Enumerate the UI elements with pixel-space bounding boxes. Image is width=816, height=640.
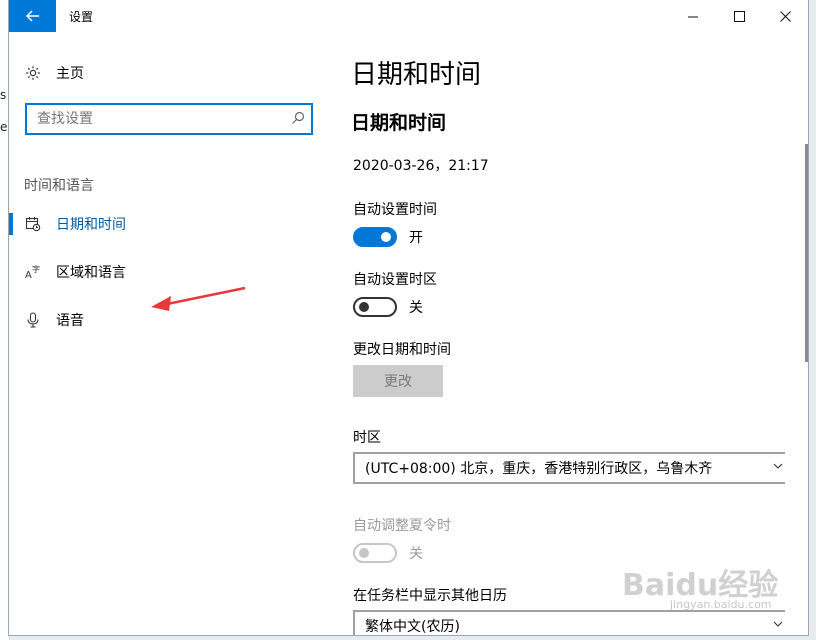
section-heading: 时间和语言 (24, 178, 94, 194)
extra-calendar-label: 在任务栏中显示其他日历 (353, 588, 507, 604)
extra-calendar-value: 繁体中文(农历) (365, 619, 460, 635)
background-text-fragment: e (0, 120, 8, 134)
back-button[interactable] (9, 0, 56, 32)
gear-icon (26, 66, 40, 80)
chevron-down-icon (773, 463, 783, 469)
title-bar: 设置 (9, 0, 808, 32)
inactive-indicator (9, 261, 13, 283)
dst-toggle[interactable] (353, 543, 397, 563)
inactive-indicator (9, 309, 13, 331)
auto-timezone-state: 关 (409, 300, 423, 316)
timezone-label: 时区 (353, 430, 381, 446)
timezone-value: (UTC+08:00) 北京，重庆，香港特别行政区，乌鲁木齐 (365, 461, 713, 477)
sidebar-item-label: 日期和时间 (56, 217, 126, 233)
watermark-url: jingyan.baidu.com (670, 598, 772, 611)
sidebar: 主页 时间和语言 日期和时间 A 字 (9, 32, 329, 635)
sidebar-item-label: 区域和语言 (56, 265, 126, 281)
toggle-knob (359, 302, 369, 312)
svg-text:字: 字 (32, 264, 40, 274)
sidebar-item-date-time[interactable]: 日期和时间 (9, 204, 329, 244)
dst-state: 关 (409, 546, 423, 562)
watermark: Baidu经验 jingyan.baidu.com (622, 560, 802, 620)
auto-time-state: 开 (409, 230, 423, 246)
background-text-fragment: s (0, 88, 7, 102)
sidebar-item-label: 语音 (56, 313, 84, 329)
change-button[interactable]: 更改 (353, 365, 443, 397)
dst-label: 自动调整夏令时 (353, 518, 451, 534)
auto-time-label: 自动设置时间 (353, 202, 437, 218)
chevron-down-icon (773, 621, 783, 627)
active-indicator (9, 213, 13, 235)
change-datetime-label: 更改日期和时间 (353, 342, 451, 358)
maximize-button[interactable] (716, 0, 762, 32)
main-content: 日期和时间 日期和时间 2020-03-26，21:17 自动设置时间 开 自动… (329, 32, 808, 635)
dst-row: 关 (353, 542, 423, 564)
back-arrow-icon (25, 10, 39, 22)
settings-window: 设置 主页 时间和语言 (8, 0, 809, 636)
auto-timezone-label: 自动设置时区 (353, 272, 437, 288)
language-icon: A 字 (25, 264, 40, 280)
annotation-arrow (151, 286, 246, 311)
microphone-icon (27, 312, 39, 328)
calendar-clock-icon (25, 217, 41, 232)
toggle-knob (359, 548, 369, 558)
svg-text:A: A (25, 270, 32, 280)
minimize-button[interactable] (670, 0, 716, 32)
home-label: 主页 (56, 66, 84, 82)
close-button[interactable] (762, 0, 808, 32)
maximize-icon (733, 10, 745, 22)
current-datetime: 2020-03-26，21:17 (353, 158, 489, 174)
timezone-dropdown[interactable]: (UTC+08:00) 北京，重庆，香港特别行政区，乌鲁木齐 (353, 452, 785, 484)
toggle-knob (381, 232, 391, 242)
page-title: 日期和时间 (351, 60, 482, 90)
auto-time-row: 开 (353, 226, 423, 248)
window-title: 设置 (69, 10, 94, 24)
minimize-icon (687, 16, 698, 17)
close-icon (779, 10, 791, 22)
auto-timezone-row: 关 (353, 296, 423, 318)
home-nav-item[interactable]: 主页 (24, 62, 84, 84)
auto-time-toggle[interactable] (353, 227, 397, 247)
search-input[interactable] (27, 105, 311, 133)
auto-timezone-toggle[interactable] (353, 297, 397, 317)
search-box (25, 103, 313, 135)
scrollbar[interactable] (805, 144, 808, 362)
section-title: 日期和时间 (351, 112, 447, 134)
search-icon[interactable] (291, 111, 305, 125)
